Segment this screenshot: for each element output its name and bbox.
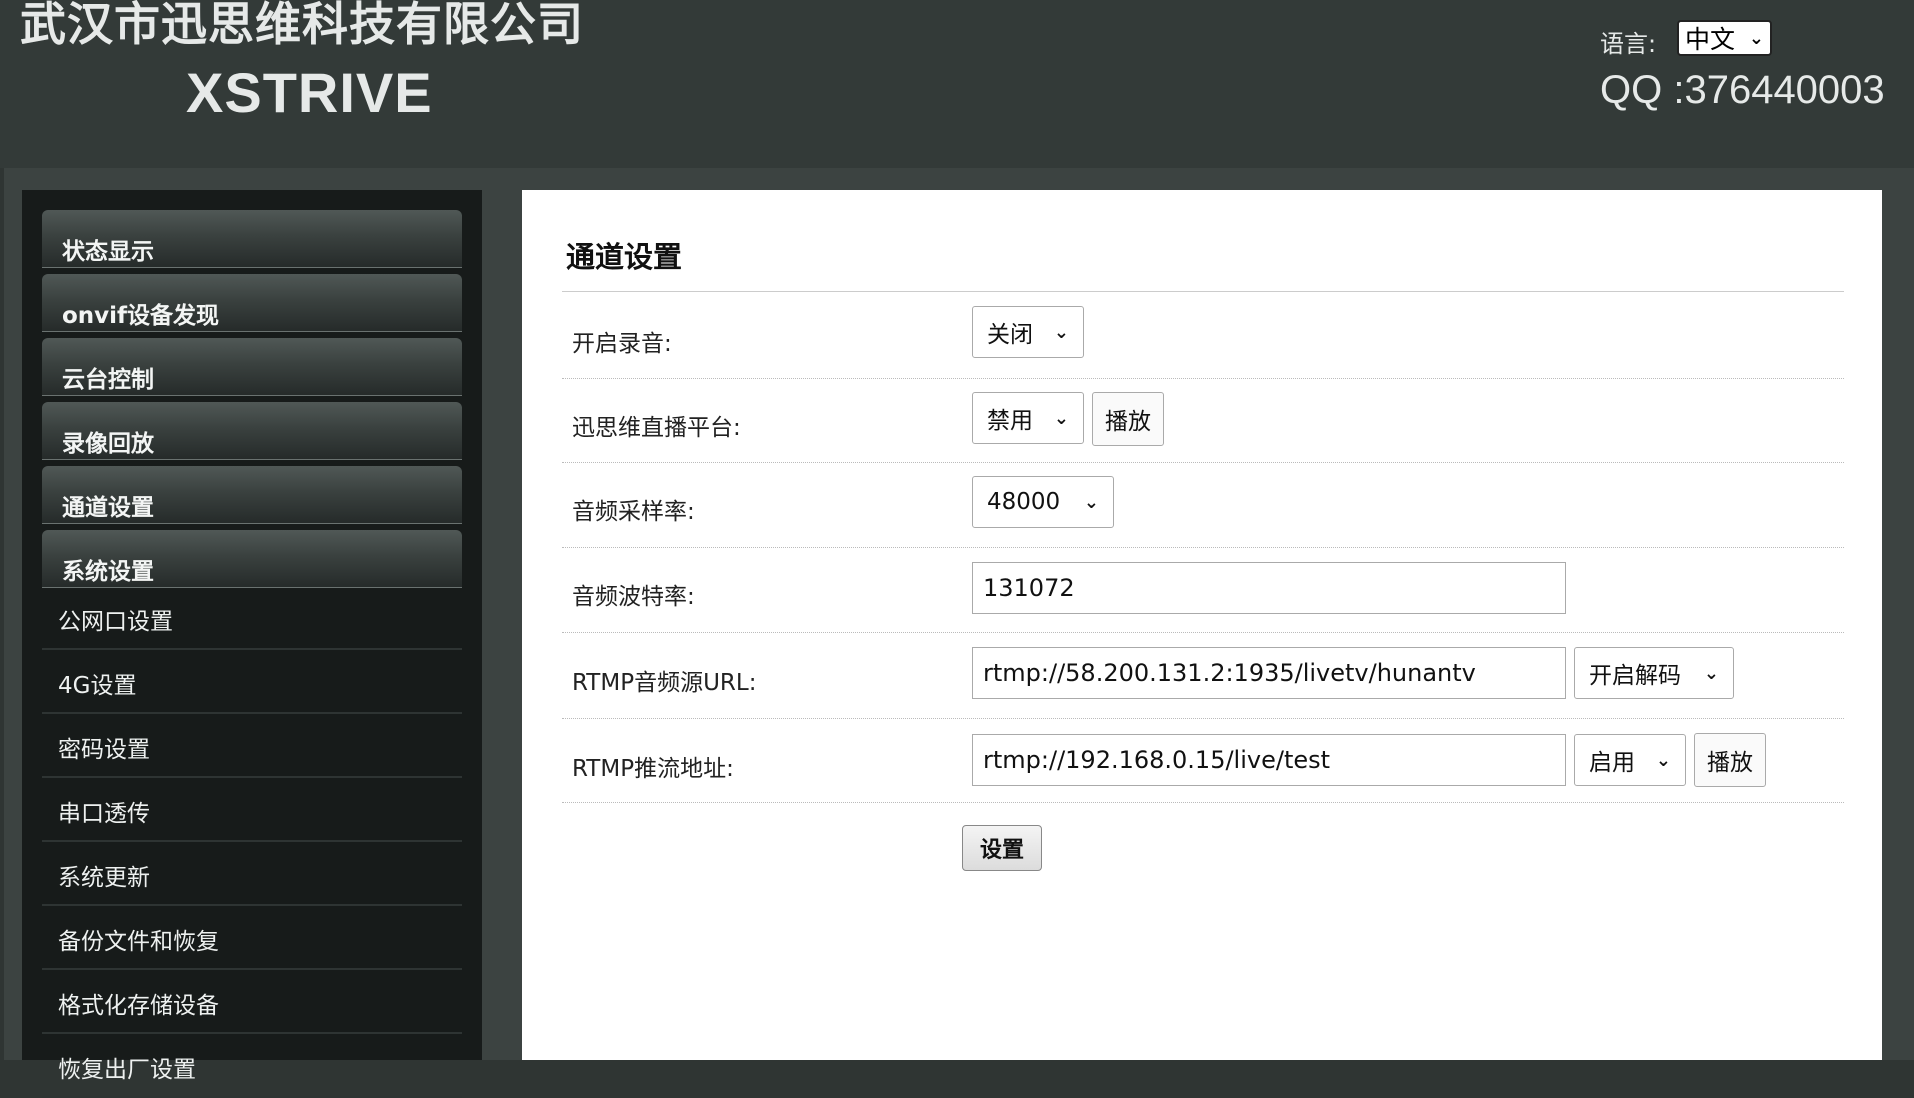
- bitrate-input[interactable]: [972, 562, 1566, 614]
- rtmp-push-play-button[interactable]: 播放: [1694, 733, 1766, 787]
- chevron-down-icon: ⌄: [1053, 407, 1069, 429]
- record-select[interactable]: 关闭 ⌄: [972, 306, 1084, 358]
- menu-playback[interactable]: 录像回放: [42, 402, 462, 460]
- rtmp-audio-url-input[interactable]: [972, 647, 1566, 699]
- chevron-down-icon: ⌄: [1703, 662, 1719, 684]
- submit-settings-button[interactable]: 设置: [962, 825, 1042, 871]
- sample-rate-select-value: 48000: [987, 489, 1061, 515]
- bitrate-label: 音频波特率:: [572, 584, 695, 610]
- sample-rate-select[interactable]: 48000 ⌄: [972, 476, 1114, 528]
- rtmp-push-enable-select[interactable]: 启用 ⌄: [1574, 734, 1686, 786]
- header: 武汉市迅思维科技有限公司 XSTRIVE 语言: 中文 ⌄ QQ :376440…: [0, 0, 1914, 168]
- title-divider: [562, 291, 1844, 292]
- menu-status[interactable]: 状态显示: [42, 210, 462, 268]
- page-title: 通道设置: [566, 240, 683, 274]
- sample-rate-label: 音频采样率:: [572, 499, 695, 525]
- rtmp-push-url-input[interactable]: [972, 734, 1566, 786]
- language-select[interactable]: 中文 ⌄: [1677, 20, 1772, 56]
- chevron-down-icon: ⌄: [1655, 749, 1671, 771]
- row-divider: [562, 462, 1844, 463]
- rtmp-push-label: RTMP推流地址:: [572, 756, 734, 782]
- submenu-format-storage[interactable]: 格式化存储设备: [42, 970, 462, 1034]
- brand-logo-text: XSTRIVE: [186, 61, 433, 124]
- submenu-4g-settings[interactable]: 4G设置: [42, 650, 462, 714]
- submenu-password-settings[interactable]: 密码设置: [42, 714, 462, 778]
- submenu-serial-passthrough[interactable]: 串口透传: [42, 778, 462, 842]
- submenu-factory-reset[interactable]: 恢复出厂设置: [42, 1034, 462, 1098]
- live-platform-select[interactable]: 禁用 ⌄: [972, 392, 1084, 444]
- row-divider: [562, 718, 1844, 719]
- submenu-backup-restore[interactable]: 备份文件和恢复: [42, 906, 462, 970]
- row-divider: [562, 632, 1844, 633]
- rtmp-push-enable-value: 启用: [1589, 750, 1635, 776]
- row-divider: [562, 378, 1844, 379]
- live-platform-select-value: 禁用: [987, 408, 1033, 434]
- main-panel: 通道设置 开启录音: 关闭 ⌄ 迅思维直播平台: 禁用 ⌄ 播放 音频采样率: …: [522, 190, 1882, 1060]
- menu-ptz-control[interactable]: 云台控制: [42, 338, 462, 396]
- live-platform-label: 迅思维直播平台:: [572, 415, 741, 441]
- rtmp-audio-label: RTMP音频源URL:: [572, 670, 757, 696]
- menu-channel-settings[interactable]: 通道设置: [42, 466, 462, 524]
- chevron-down-icon: ⌄: [1083, 491, 1099, 513]
- sidebar: 状态显示 onvif设备发现 云台控制 录像回放 通道设置 系统设置 公网口设置…: [22, 190, 482, 1098]
- row-divider: [562, 802, 1844, 803]
- chevron-down-icon: ⌄: [1053, 321, 1069, 343]
- qq-contact: QQ :376440003: [1600, 68, 1885, 112]
- row-divider: [562, 547, 1844, 548]
- submenu-system-update[interactable]: 系统更新: [42, 842, 462, 906]
- menu-onvif-discovery[interactable]: onvif设备发现: [42, 274, 462, 332]
- record-label: 开启录音:: [572, 331, 672, 357]
- rtmp-audio-decode-select[interactable]: 开启解码 ⌄: [1574, 647, 1734, 699]
- company-name: 武汉市迅思维科技有限公司: [20, 0, 584, 51]
- submenu-wan-settings[interactable]: 公网口设置: [42, 586, 462, 650]
- record-select-value: 关闭: [987, 322, 1033, 348]
- chevron-down-icon: ⌄: [1748, 27, 1764, 49]
- language-selected-value: 中文: [1685, 25, 1736, 54]
- language-label: 语言:: [1600, 30, 1657, 58]
- rtmp-audio-decode-value: 开启解码: [1589, 663, 1681, 689]
- menu-system-settings[interactable]: 系统设置: [42, 530, 462, 588]
- live-play-button[interactable]: 播放: [1092, 392, 1164, 446]
